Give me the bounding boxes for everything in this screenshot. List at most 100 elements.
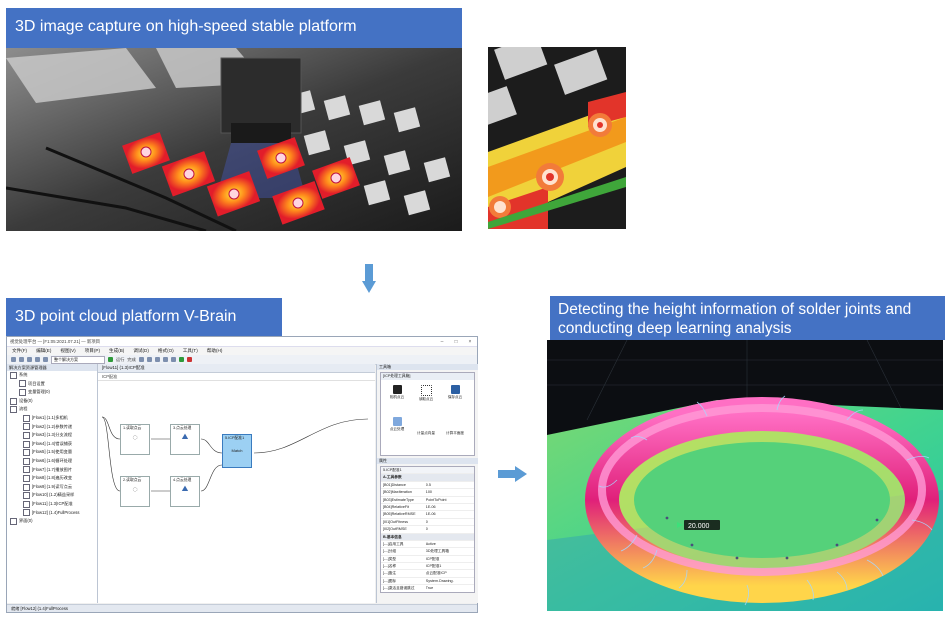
variable-icon (19, 388, 26, 396)
tree-node[interactable]: [Flow4] (1.4)错误捕获 (7, 440, 97, 449)
menu-build[interactable]: 生成(B) (109, 348, 124, 354)
tool-point-vector[interactable]: 计量点向量 (412, 431, 440, 436)
tool-read-cloud[interactable]: 读取点云 (412, 385, 440, 402)
tree-node[interactable]: [Flow7] (1.7)播放图片 (7, 466, 97, 475)
align-icon[interactable] (146, 357, 152, 362)
tree-node[interactable]: [Flow8] (1.8)遍历改变 (7, 474, 97, 483)
property-row[interactable]: [---]备注 点云配准ICP (381, 570, 474, 578)
property-value: PointToPoint (425, 497, 447, 502)
module-icp-registration[interactable]: 5.ICP配准1 Match (222, 434, 252, 468)
property-row[interactable]: [---]名称 ICP配准1 (381, 563, 474, 571)
platform-banner: 3D point cloud platform V-Brain (6, 298, 282, 336)
menu-debug[interactable]: 调试(D) (133, 348, 149, 354)
align-icon[interactable] (138, 357, 144, 362)
property-value: 1E-06 (425, 512, 436, 517)
property-value: 3D处理工具箱 (425, 549, 449, 554)
window-titlebar: 视觉处理平台 — [F1:05:2021.07.21] — 新项目 – □ × (7, 337, 477, 347)
tree-node[interactable]: [Flow12] (1.4)FullProcess (7, 509, 97, 518)
module-cloud-process-3[interactable]: 3.点云处理 ⛰ (170, 424, 200, 455)
save-icon[interactable] (27, 357, 32, 362)
file-icon (23, 500, 30, 508)
undo-icon[interactable] (43, 357, 48, 362)
tree-node[interactable]: 设备(0) (7, 397, 97, 406)
tool-flatness[interactable]: 计算平面度 (441, 431, 469, 436)
property-key: [B01]Distance (383, 482, 406, 487)
tree-node[interactable]: 流程 (7, 405, 97, 414)
property-row[interactable]: [B04]RelativeFit 1E-06 (381, 504, 474, 512)
tab-flow11[interactable]: [Flow11] (1.3)ICP配准 (98, 364, 375, 373)
cut-icon[interactable] (35, 357, 40, 362)
module-read-cloud-2[interactable]: 2.读取点云 ◌ (120, 476, 150, 507)
menu-file[interactable]: 文件(F) (12, 348, 27, 354)
folder-icon (10, 371, 17, 379)
camera-icon (392, 385, 402, 394)
property-key: [B02]MaxIteration (383, 490, 412, 495)
file-icon (23, 423, 30, 431)
tree-node[interactable]: 界面(0) (7, 517, 97, 526)
menu-edit[interactable]: 编辑(E) (36, 348, 51, 354)
menu-project[interactable]: 项目(P) (85, 348, 100, 354)
new-icon[interactable] (11, 357, 16, 362)
close-button[interactable]: × (463, 339, 477, 345)
property-row[interactable]: [---]类型 ICP配准 (381, 556, 474, 564)
toolbox-title: [ICP处理工具箱] (381, 373, 474, 380)
run-button[interactable]: 运行 (116, 357, 124, 363)
property-row[interactable]: [I02]OutRMSE 0 (381, 526, 474, 534)
spinner-icon (420, 385, 432, 396)
property-row[interactable]: [B01]Distance 0.5 (381, 482, 474, 490)
tree-node[interactable]: [Flow6] (1.6)循环处理 (7, 457, 97, 466)
tool-save-cloud[interactable]: 保存点云 (441, 385, 469, 400)
module-cloud-process-4[interactable]: 4.点云处理 ⛰ (170, 476, 200, 507)
tree-node[interactable]: 系统 (7, 371, 97, 380)
tree-node[interactable]: [Flow3] (1.3)分支流程 (7, 431, 97, 440)
property-row[interactable]: [---]图标 System.Drawing. (381, 578, 474, 586)
property-row[interactable]: [I01]OutFitness 0 (381, 519, 474, 527)
tree-node[interactable]: 变量管理(0) (7, 388, 97, 397)
align-icon[interactable] (162, 357, 168, 362)
tree-node[interactable]: [Flow9] (1.9)读写点云 (7, 483, 97, 492)
play-icon[interactable] (178, 357, 184, 362)
property-row[interactable]: [---]激活且错误跳过 True (381, 585, 474, 592)
file-icon (23, 492, 30, 500)
arrow-down-icon (362, 264, 376, 293)
property-value: 点云配准ICP (425, 571, 447, 576)
tree-node[interactable]: [Flow10] (1.2)精益采样 (7, 491, 97, 500)
tree-node[interactable]: [Flow5] (1.5)使用变量 (7, 448, 97, 457)
tree-node[interactable]: [Flow2] (1.2)参数传递 (7, 423, 97, 432)
tree-node[interactable]: [Flow1] (1.1)多相机 (7, 414, 97, 423)
property-row[interactable]: [B02]MaxIteration 100 (381, 489, 474, 497)
property-value (426, 474, 474, 480)
property-key: [B05]RelativeRMSE (383, 512, 416, 517)
properties-select[interactable]: 5.ICP配准1 (381, 467, 474, 475)
zoom-icon[interactable] (170, 357, 176, 362)
run-icon[interactable] (108, 357, 113, 362)
property-row[interactable]: [B05]RelativeRMSE 1E-06 (381, 511, 474, 519)
tree-node[interactable]: 项目设置 (7, 380, 97, 389)
align-icon[interactable] (154, 357, 160, 362)
complete-button[interactable]: 完成 (127, 357, 135, 363)
maximize-button[interactable]: □ (449, 339, 463, 345)
tool-cloud-process[interactable]: 点云处理 (383, 417, 411, 432)
flow-canvas[interactable]: [Flow11] (1.3)ICP配准 ICP配准 1.读取点云 ◌ 3.点云处… (98, 364, 375, 603)
menu-format[interactable]: 格式(O) (158, 348, 174, 354)
menu-view[interactable]: 视图(V) (60, 348, 75, 354)
property-key: B-基本信息 (383, 534, 402, 539)
property-key: [B04]RelativeFit (383, 504, 410, 509)
property-row[interactable]: [---]启用工具 Active (381, 541, 474, 549)
property-value: True (425, 586, 434, 591)
property-row[interactable]: [---]分组 3D处理工具箱 (381, 548, 474, 556)
tree-node[interactable]: [Flow11] (1.3)ICP配准 (7, 500, 97, 509)
open-icon[interactable] (19, 357, 24, 362)
file-icon (23, 466, 30, 474)
module-read-cloud-1[interactable]: 1.读取点云 ◌ (120, 424, 150, 455)
status-bar: 就绪 [Flow12] (1.4)FullProcess (7, 604, 477, 612)
tool-camera-cloud[interactable]: 相机点云 (383, 385, 411, 400)
property-row[interactable]: [B03]EstimateType PointToPoint (381, 497, 474, 504)
menu-help[interactable]: 帮助(H) (207, 348, 223, 354)
menu-tools[interactable]: 工具(T) (183, 348, 198, 354)
capture-closeup-photo (488, 47, 626, 229)
stop-icon[interactable] (186, 357, 192, 362)
solution-select[interactable]: 整个解决方案 (51, 355, 105, 364)
minimize-button[interactable]: – (435, 339, 449, 345)
property-key: [---]备注 (383, 571, 397, 576)
